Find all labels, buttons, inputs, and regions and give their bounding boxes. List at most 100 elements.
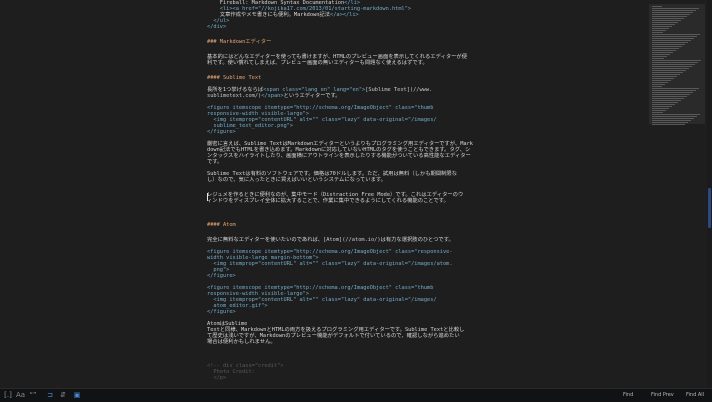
regex-toggle-icon[interactable]: [.] — [4, 391, 12, 399]
in-selection-icon[interactable]: ⊐ — [46, 391, 54, 399]
minimap-line — [652, 56, 667, 57]
code-line: 文章作成やメモ書きにも便利。Markdown記法</a></li> — [207, 12, 359, 18]
find-all-button[interactable]: Find All — [686, 391, 704, 399]
code-token: #### Sublime Text — [207, 75, 262, 81]
code-token: </a></li> — [330, 12, 359, 18]
minimap-line — [652, 64, 695, 65]
minimap-line — [652, 26, 672, 27]
code-line: </div> — [207, 24, 226, 30]
code-token: 場合は便利かもしれません。 — [207, 339, 276, 345]
code-line: です。 — [207, 159, 222, 165]
case-sensitive-icon[interactable]: Aa — [16, 391, 25, 399]
minimap-line — [652, 122, 688, 123]
minimap-line — [652, 22, 678, 23]
code-line: ィンドウをディスプレイ全体に拡大することで、作業に集中できるようにしてくれる機能… — [207, 198, 449, 204]
minimap-line — [652, 46, 682, 47]
minimap-line — [652, 120, 691, 121]
scrollbar-thumb[interactable] — [708, 188, 711, 228]
minimap-line — [652, 16, 687, 17]
minimap-line — [652, 42, 688, 43]
minimap-line — [652, 18, 684, 19]
minimap-line — [652, 100, 681, 101]
code-line: #### Atom — [207, 222, 236, 228]
code-token: </figure> — [207, 273, 236, 279]
minimap-line — [652, 112, 663, 113]
minimap-line — [652, 28, 669, 29]
code-line: し）なので、気に入ったときに買えばいいというシステムになっています。 — [207, 177, 386, 183]
minimap-line — [652, 36, 697, 37]
minimap-line — [652, 78, 674, 79]
minimap-line — [652, 8, 699, 9]
minimap-line — [652, 98, 684, 99]
code-token: ### Markdownエディター — [207, 39, 272, 45]
minimap-line — [652, 62, 698, 63]
minimap-line — [652, 50, 676, 51]
minimap-line — [652, 48, 679, 49]
find-panel-bar: [.] Aa “” ⊐ ⇵ ▣ Find Find Prev Find All — [0, 388, 712, 402]
code-token: </figure> — [207, 309, 236, 315]
find-prev-button[interactable]: Find Prev — [651, 391, 674, 399]
code-line: 完全に無料なエディターを使いたいのであれば、[Atom](//atom.io/)… — [207, 237, 454, 243]
code-line: 利です。使い慣れてしまえば、プレビュー画面の無いエディターも問題なく使えるはずで… — [207, 60, 428, 66]
minimap-line — [652, 34, 700, 35]
minimap-line — [652, 118, 694, 119]
code-line: </p> — [207, 375, 226, 381]
code-token: sublimetext.com/) — [207, 93, 262, 99]
code-token: 利です。使い慣れてしまえば、プレビュー画面の無いエディターも問題なく使えるはずで… — [207, 60, 428, 66]
minimap-line — [652, 94, 690, 95]
wrap-icon[interactable]: ⇵ — [59, 391, 67, 399]
code-token: 完全に無料なエディターを使いたいのであれば、 — [207, 237, 324, 243]
minimap-line — [652, 72, 683, 73]
minimap-line — [652, 88, 699, 89]
minimap-line — [652, 80, 671, 81]
minimap-line — [652, 44, 685, 45]
code-token: </figure> — [207, 129, 236, 135]
code-line: ンタックスをハイライトしたり、画面横にアウトラインを表示したりする機能がついてい… — [207, 153, 471, 159]
highlight-matches-icon[interactable]: ▣ — [73, 391, 81, 399]
minimap-line — [652, 24, 675, 25]
minimap-line — [652, 124, 685, 125]
code-token: </span> — [261, 93, 284, 99]
code-token: [Atom](//atom.io/) — [323, 237, 381, 243]
code-token: </div> — [207, 24, 227, 30]
text-cursor — [207, 193, 208, 201]
minimap-line — [652, 58, 664, 59]
minimap-line — [652, 60, 701, 61]
minimap-line — [652, 86, 662, 87]
code-line: </figure> — [207, 309, 236, 315]
code-token: <img itemprop="contentURL" alt="" class=… — [213, 261, 453, 267]
code-token: [Sublime Text](//www. — [365, 87, 433, 93]
code-token: し）なので、気に入ったときに買えばいいというシステムになっています。 — [207, 177, 386, 183]
minimap-line — [652, 10, 696, 11]
code-token: ンタックスをハイライトしたり、画面横にアウトラインを表示したりする機能がついてい… — [207, 153, 471, 159]
minimap-line — [652, 52, 673, 53]
minimap-line — [652, 30, 666, 31]
minimap-line — [652, 102, 678, 103]
minimap-line — [652, 14, 690, 15]
code-line: ### Markdownエディター — [207, 39, 271, 45]
find-button[interactable]: Find — [623, 391, 633, 399]
minimap-line — [652, 110, 666, 111]
code-line: </figure> — [207, 273, 236, 279]
minimap-line — [652, 114, 700, 115]
code-line: sublimetext.com/)</span>というエディターです。 — [207, 93, 341, 99]
minimap-line — [652, 20, 681, 21]
code-token: です。 — [207, 159, 223, 165]
minimap-line — [652, 70, 686, 71]
minimap-line — [652, 74, 680, 75]
minimap-line — [652, 116, 697, 117]
minimap-line — [652, 54, 670, 55]
code-line: <img itemprop="contentURL" alt="" class=… — [207, 261, 453, 267]
minimap-line — [652, 6, 662, 7]
code-token: 文章作成やメモ書きにも便利。Markdown記法 — [219, 12, 331, 18]
whole-word-icon[interactable]: “” — [29, 391, 37, 399]
editor-text-area[interactable]: Fireball: Markdown Syntax Documentation<… — [0, 0, 647, 388]
minimap-line — [652, 104, 675, 105]
minimap-line — [652, 96, 687, 97]
minimap-line — [652, 106, 672, 107]
minimap[interactable] — [649, 0, 707, 130]
minimap-line — [652, 32, 663, 33]
code-token: というエディターです。 — [283, 93, 341, 99]
minimap-line — [652, 66, 692, 67]
minimap-line — [652, 68, 689, 69]
